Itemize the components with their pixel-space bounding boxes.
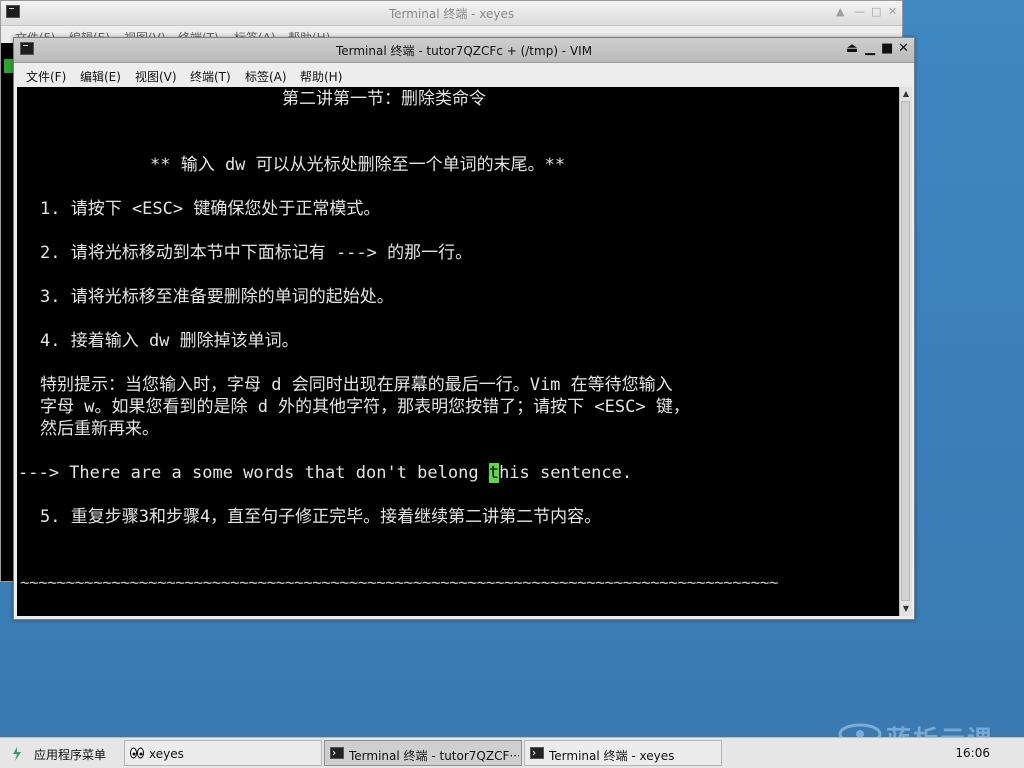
taskbar: 应用程序菜单 xeyes Terminal 终端 - tutor7QZCF···… (0, 737, 1024, 768)
shade-icon[interactable]: ⏏ (846, 41, 858, 57)
close-icon[interactable]: ✕ (888, 5, 897, 18)
vim-terminal-window[interactable]: Terminal 终端 - tutor7QZCFc + (/tmp) - VIM… (13, 37, 915, 620)
minimize-icon[interactable]: — (854, 5, 865, 18)
scroll-down-icon[interactable]: ▼ (900, 603, 912, 615)
scrollbar-thumb[interactable] (901, 101, 910, 601)
taskbar-item-xeyes[interactable]: xeyes (124, 740, 322, 766)
practice-text-before: ---> There are a some words that don't b… (18, 463, 489, 483)
taskbar-item-label: xeyes (149, 747, 184, 761)
xfce-logo-icon (13, 747, 21, 761)
maximize-icon[interactable]: □ (871, 5, 881, 18)
close-icon[interactable]: ✕ (898, 41, 909, 57)
lesson-step-3: 3. 请将光标移至准备要删除的单词的起始处。 (40, 287, 394, 307)
menu-terminal[interactable]: 终端(T) (190, 68, 231, 85)
app-menu-button[interactable]: 应用程序菜单 (2, 740, 122, 766)
minimize-icon[interactable]: ▁ (865, 41, 875, 57)
vim-cursor: t (488, 463, 500, 483)
vim-empty-lines: ~~~~~~~~~~~~~~~~~~~~~~~~~~~~~~~~~~~~~~~~… (20, 573, 779, 592)
taskbar-item-xeyes-terminal[interactable]: Terminal 终端 - xeyes (524, 740, 722, 766)
lesson-step-5: 5. 重复步骤3和步骤4，直至句子修正完毕。接着继续第二讲第二节内容。 (40, 507, 602, 527)
app-menu-label: 应用程序菜单 (34, 748, 107, 762)
front-window-title: Terminal 终端 - tutor7QZCFc + (/tmp) - VIM (335, 44, 593, 58)
lesson-tip-line-3: 然后重新再来。 (40, 419, 159, 439)
terminal-icon (330, 747, 344, 762)
scroll-up-icon[interactable]: ▲ (900, 88, 912, 100)
menu-tabs[interactable]: 标签(A) (245, 68, 287, 85)
practice-line: ---> There are a some words that don't b… (18, 463, 632, 483)
lesson-intro: ** 输入 dw 可以从光标处删除至一个单词的末尾。** (150, 155, 566, 175)
terminal-scrollbar[interactable]: ▲ ▼ (899, 87, 912, 616)
terminal-icon (530, 747, 544, 762)
back-window-titlebar[interactable]: Terminal 终端 - xeyes ▲ — □ ✕ (1, 1, 902, 26)
taskbar-item-label: Terminal 终端 - xeyes (549, 749, 675, 763)
back-window-title: Terminal 终端 - xeyes (388, 7, 515, 21)
practice-text-after: his sentence. (499, 463, 633, 483)
lesson-tip-line-1: 特别提示：当您输入时，字母 d 会同时出现在屏幕的最后一行。Vim 在等待您输入 (40, 375, 673, 395)
vim-terminal-area[interactable]: 第二讲第一节：删除类命令 ** 输入 dw 可以从光标处删除至一个单词的末尾。*… (17, 87, 899, 616)
lesson-step-2: 2. 请将光标移动到本节中下面标记有 ---> 的那一行。 (40, 243, 473, 263)
maximize-icon[interactable]: ■ (881, 41, 893, 57)
lesson-step-4: 4. 接着输入 dw 删除掉该单词。 (40, 331, 299, 351)
lesson-heading: 第二讲第一节：删除类命令 (282, 89, 486, 109)
taskbar-item-vim-terminal[interactable]: Terminal 终端 - tutor7QZCF··· (324, 740, 522, 766)
menu-help[interactable]: 帮助(H) (300, 68, 342, 85)
menu-file[interactable]: 文件(F) (26, 68, 66, 85)
lesson-step-1: 1. 请按下 <ESC> 键确保您处于正常模式。 (40, 199, 381, 219)
lesson-tip-line-2: 字母 w。如果您看到的是除 d 外的其他字符，那表明您按错了；请按下 <ESC>… (40, 397, 690, 417)
shade-icon[interactable]: ▲ (836, 5, 844, 18)
back-terminal-prompt-mark (4, 59, 13, 73)
front-window-menubar: 文件(F) 编辑(E) 视图(V) 终端(T) 标签(A) 帮助(H) (14, 62, 914, 87)
taskbar-clock[interactable]: 16:06 (955, 746, 990, 760)
front-window-titlebar[interactable]: Terminal 终端 - tutor7QZCFc + (/tmp) - VIM… (14, 38, 914, 63)
menu-edit[interactable]: 编辑(E) (80, 68, 121, 85)
eyes-icon (130, 747, 144, 762)
menu-view[interactable]: 视图(V) (135, 68, 177, 85)
taskbar-item-label: Terminal 终端 - tutor7QZCF··· (349, 749, 519, 763)
